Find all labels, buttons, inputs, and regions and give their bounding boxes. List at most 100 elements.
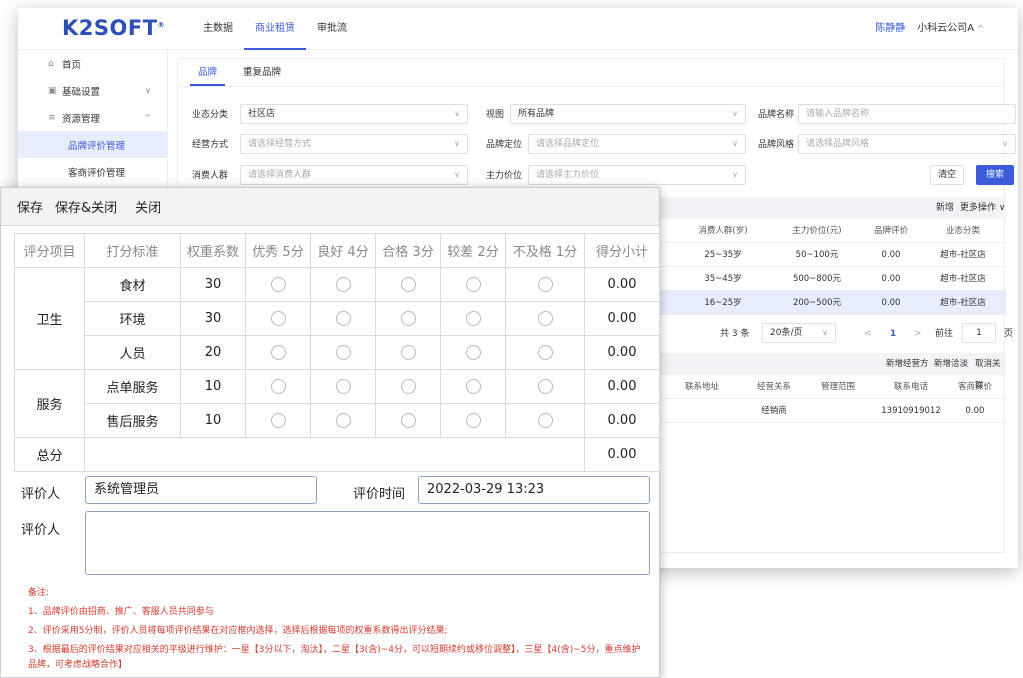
comment-textarea[interactable] [85, 511, 650, 575]
total-score: 0.00 [584, 437, 660, 472]
table-cell: 0.00 [965, 406, 985, 416]
biz-category-select[interactable]: 社区店 ∨ [240, 104, 468, 124]
table-row: 售后服务 10 0.00 [15, 403, 660, 438]
score-subtotal: 0.00 [584, 335, 660, 370]
rating-radio-excellent[interactable] [270, 379, 286, 394]
consumer-group-select[interactable]: 请选择消费人群 ∨ [240, 165, 468, 185]
user-name[interactable]: 陈静静 [875, 8, 905, 50]
main-price-select[interactable]: 请选择主力价位 ∨ [528, 165, 746, 185]
column-header: 管理范围 [820, 382, 855, 392]
company-switcher[interactable]: 小科云公司A ^ [917, 8, 984, 50]
table-row: 人员 20 0.00 [15, 335, 660, 370]
nav-approval-flow[interactable]: 审批流 [306, 8, 358, 50]
criterion-label: 食材 [84, 267, 181, 302]
rating-radio-good[interactable] [335, 277, 351, 292]
column-header: 经营关系 [756, 382, 791, 392]
evaluation-table: 评分项目 打分标准 权重系数 优秀 5分 良好 4分 合格 3分 较差 2分 不… [14, 233, 660, 472]
chevron-down-icon: ∨ [454, 109, 460, 118]
sidebar-item-brand-eval[interactable]: 品牌评价管理 [18, 131, 167, 158]
rating-radio-fail[interactable] [537, 379, 553, 394]
rating-radio-poor[interactable] [465, 345, 481, 360]
rating-radio-pass[interactable] [400, 277, 416, 292]
nav-master-data[interactable]: 主数据 [192, 8, 244, 50]
column-header: 客商评价 [957, 382, 992, 392]
goto-page-input[interactable]: 1 [962, 323, 996, 343]
page-size-select[interactable]: 20条/页 ∨ [762, 323, 836, 343]
rating-radio-pass[interactable] [400, 311, 416, 326]
menu-icon: ≡ [48, 112, 56, 123]
rating-radio-good[interactable] [335, 311, 351, 326]
rating-radio-poor[interactable] [465, 311, 481, 326]
rating-radio-fail[interactable] [537, 277, 553, 292]
rating-radio-excellent[interactable] [270, 345, 286, 360]
more-actions-button[interactable]: 更多操作 ∨ [960, 197, 1005, 219]
chevron-up-icon: ^ [144, 113, 151, 122]
next-page-button[interactable]: > [914, 323, 922, 345]
clear-button[interactable]: 清空 [930, 165, 964, 185]
home-icon: ⌂ [48, 58, 54, 69]
evaluator-input[interactable]: 系统管理员 [85, 476, 317, 504]
column-header: 评分项目 [14, 233, 85, 268]
table-row: 卫生 食材 30 0.00 [14, 267, 660, 370]
top-nav: 主数据 商业租赁 审批流 [192, 8, 358, 50]
table-header: 评分项目 打分标准 权重系数 优秀 5分 良好 4分 合格 3分 较差 2分 不… [14, 233, 660, 268]
rating-radio-fail[interactable] [537, 413, 553, 428]
close-button[interactable]: 关闭 [135, 197, 161, 216]
weight-value: 20 [180, 335, 246, 370]
column-header: 业态分类 [945, 226, 980, 236]
weight-value: 10 [180, 403, 246, 438]
rating-radio-fail[interactable] [537, 345, 553, 360]
filter-row: 业态分类 社区店 ∨ 视图 所有品牌 ∨ 品牌名称 请输入品牌名称 [178, 104, 1016, 126]
save-button[interactable]: 保存 [17, 197, 43, 216]
rating-radio-poor[interactable] [465, 413, 481, 428]
criterion-label: 点单服务 [84, 369, 181, 404]
rating-radio-excellent[interactable] [270, 277, 286, 292]
search-button[interactable]: 搜索 [976, 165, 1014, 185]
rating-radio-pass[interactable] [400, 413, 416, 428]
add-button[interactable]: 新增 [936, 197, 954, 219]
chevron-down-icon: ∨ [822, 328, 828, 337]
sidebar-item-basic-settings[interactable]: ▣ 基础设置 ∨ [18, 77, 167, 104]
note-item: 3、根据最后的评价结果对应相关的平级进行维护：一星【3分以下，淘汰】，二星【3(… [28, 645, 641, 670]
brand-position-select[interactable]: 请选择品牌定位 ∨ [528, 134, 746, 154]
sidebar-item-home[interactable]: ⌂ 首页 [18, 50, 167, 77]
view-select[interactable]: 所有品牌 ∨ [510, 104, 746, 124]
chevron-down-icon: ∨ [732, 109, 738, 118]
table-row: 服务 点单服务 10 0.00 [14, 369, 660, 438]
add-operator-button[interactable]: 新增经营方 [886, 353, 929, 375]
rating-radio-good[interactable] [335, 345, 351, 360]
rating-radio-fail[interactable] [537, 311, 553, 326]
chevron-down-icon: ∨ [145, 86, 151, 95]
add-negotiation-button[interactable]: 新增洽淡 [934, 353, 968, 375]
business-mode-select[interactable]: 请选择经营方式 ∨ [240, 134, 468, 154]
label: 视图 [486, 110, 505, 120]
evaluator-label: 评价人 [21, 487, 61, 502]
rating-radio-good[interactable] [335, 379, 351, 394]
page-unit: 页 [1004, 329, 1014, 339]
note-item: 2、评价采用5分制，评价人员将每项评价结果在对应框内选择，选择后根据每项的权重系… [28, 626, 448, 636]
sidebar-item-merchant-eval[interactable]: 客商评价管理 [18, 158, 167, 185]
tab-brand[interactable]: 品牌 [190, 59, 226, 86]
brand-name-input[interactable]: 请输入品牌名称 [798, 104, 1016, 124]
criterion-label: 售后服务 [84, 403, 181, 438]
label: 经营方式 [192, 140, 229, 150]
table-cell: 超市-社区店 [940, 298, 986, 308]
nav-commercial-leasing[interactable]: 商业租赁 [244, 8, 306, 50]
column-header: 良好 4分 [310, 233, 376, 268]
rating-radio-pass[interactable] [400, 379, 416, 394]
save-close-button[interactable]: 保存&关闭 [55, 197, 117, 216]
tab-duplicate-brand[interactable]: 重复品牌 [235, 59, 289, 86]
evaluation-time-input[interactable]: 2022-03-29 13:23 [418, 476, 650, 504]
page-number[interactable]: 1 [890, 323, 896, 345]
rating-radio-poor[interactable] [465, 379, 481, 394]
score-subtotal: 0.00 [584, 301, 660, 336]
rating-radio-poor[interactable] [465, 277, 481, 292]
sidebar-item-resource-mgmt[interactable]: ≡ 资源管理 ^ [18, 104, 167, 131]
rating-radio-good[interactable] [335, 413, 351, 428]
rating-radio-excellent[interactable] [270, 413, 286, 428]
rating-radio-excellent[interactable] [270, 311, 286, 326]
rating-radio-pass[interactable] [400, 345, 416, 360]
brand-style-select[interactable]: 请选择品牌风格 ∨ [798, 134, 1016, 154]
prev-page-button[interactable]: < [864, 323, 872, 345]
chevron-down-icon: ∨ [732, 170, 738, 179]
